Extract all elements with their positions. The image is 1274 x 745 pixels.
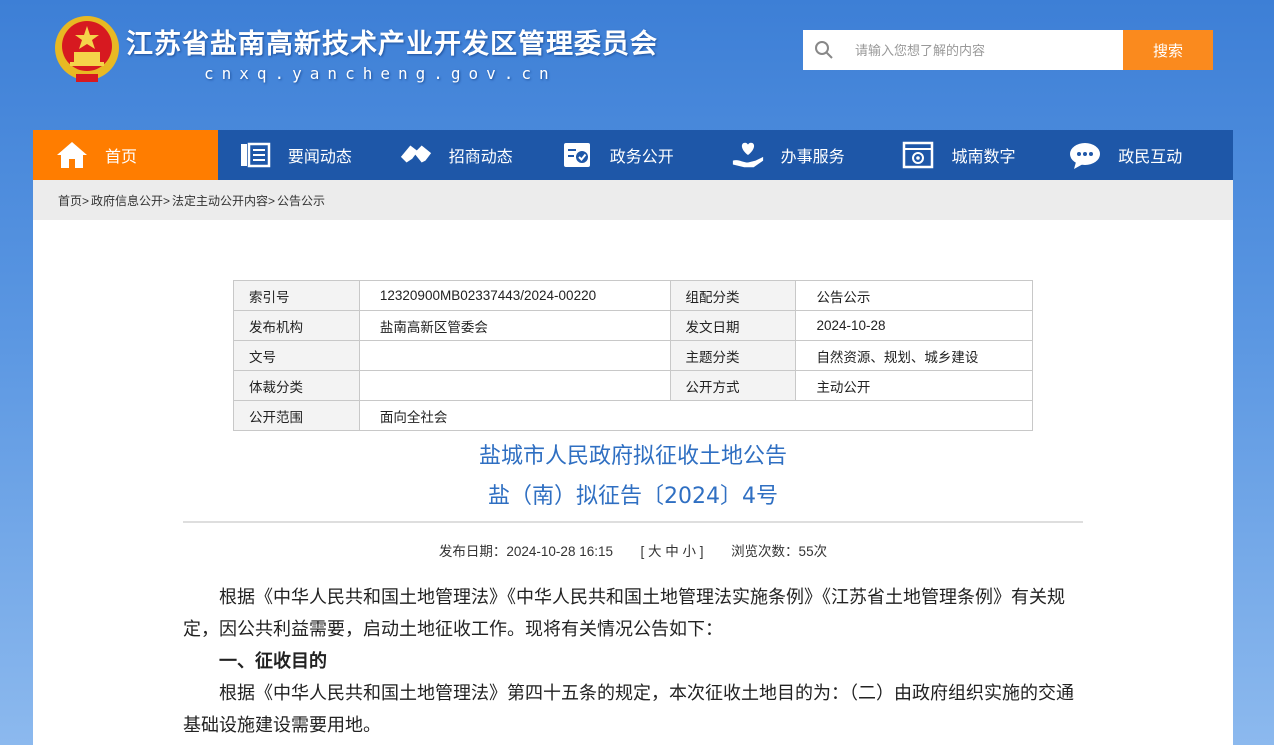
meta-value — [358, 370, 671, 401]
nav-label: 要闻动态 — [287, 147, 352, 166]
site-title: 江苏省盐南高新技术产业开发区管理委员会 — [126, 29, 658, 60]
nav-item-news[interactable]: 要闻动态 — [218, 130, 399, 180]
document-check-icon — [560, 138, 594, 172]
article-info-bar: 发布日期：2024-10-28 16:15 [ 大 中 小 ] 浏览次数：55次 — [33, 540, 1233, 560]
title-divider — [183, 521, 1083, 523]
meta-label: 发布机构 — [233, 310, 360, 341]
meta-label: 公开范围 — [233, 400, 360, 431]
meta-label: 文号 — [233, 340, 360, 371]
home-icon — [55, 138, 89, 172]
meta-label: 体裁分类 — [233, 370, 360, 401]
meta-label: 索引号 — [233, 280, 360, 311]
meta-value: 公告公示 — [795, 280, 1033, 311]
site-header: 江苏省盐南高新技术产业开发区管理委员会 cnxq.yancheng.gov.cn… — [0, 0, 1274, 130]
search-button[interactable]: 搜索 — [1123, 30, 1213, 70]
publish-date: 发布日期：2024-10-28 16:15 — [438, 544, 613, 559]
nav-label: 招商动态 — [448, 147, 513, 166]
nav-label: 政民互动 — [1118, 147, 1183, 166]
site-domain: cnxq.yancheng.gov.cn — [204, 64, 557, 83]
search-input[interactable] — [841, 30, 1123, 70]
table-row: 体裁分类 公开方式 主动公开 — [233, 370, 1033, 401]
table-row: 发布机构 盐南高新区管委会 发文日期 2024-10-28 — [233, 310, 1033, 341]
breadcrumb-item[interactable]: 首页> — [58, 192, 89, 209]
nav-label: 办事服务 — [780, 147, 845, 166]
article-body: 根据《中华人民共和国土地管理法》《中华人民共和国土地管理法实施条例》《江苏省土地… — [183, 582, 1083, 742]
content-panel: 首页> 政府信息公开> 法定主动公开内容> 公告公示 索引号 12320900M… — [33, 180, 1233, 745]
nav-item-investment[interactable]: 招商动态 — [399, 130, 560, 180]
meta-value: 面向全社会 — [358, 400, 1034, 431]
chat-icon — [1068, 138, 1102, 172]
meta-value: 2024-10-28 — [795, 310, 1033, 341]
handshake-icon — [399, 138, 433, 172]
national-emblem-icon — [55, 16, 119, 82]
meta-value: 主动公开 — [795, 370, 1033, 401]
paragraph: 根据《中华人民共和国土地管理法》《中华人民共和国土地管理法实施条例》《江苏省土地… — [183, 587, 1065, 640]
breadcrumb-item[interactable]: 政府信息公开> — [91, 192, 170, 209]
breadcrumb-item[interactable]: 法定主动公开内容> — [172, 192, 275, 209]
table-row: 文号 主题分类 自然资源、规划、城乡建设 — [233, 340, 1033, 371]
meta-label: 主题分类 — [669, 340, 797, 371]
meta-value: 盐南高新区管委会 — [358, 310, 671, 341]
nav-item-interaction[interactable]: 政民互动 — [1064, 130, 1233, 180]
document-meta-table: 索引号 12320900MB02337443/2024-00220 组配分类 公… — [233, 280, 1034, 431]
news-icon — [238, 138, 272, 172]
meta-label: 公开方式 — [669, 370, 797, 401]
table-row: 公开范围 面向全社会 — [233, 400, 1034, 431]
nav-item-home[interactable]: 首页 — [33, 130, 218, 180]
nav-label: 政务公开 — [609, 147, 674, 166]
nav-item-digital[interactable]: 城南数字 — [893, 130, 1064, 180]
nav-label: 首页 — [105, 147, 138, 166]
table-row: 索引号 12320900MB02337443/2024-00220 组配分类 公… — [233, 280, 1033, 311]
font-size-switcher[interactable]: [ 大 中 小 ] — [641, 544, 704, 559]
heart-hand-icon — [731, 138, 765, 172]
section-heading: 一、征收目的 — [219, 651, 327, 672]
search-icon — [807, 30, 841, 70]
search-bar: 搜索 — [803, 30, 1213, 70]
meta-value: 12320900MB02337443/2024-00220 — [358, 280, 671, 311]
breadcrumb: 首页> 政府信息公开> 法定主动公开内容> 公告公示 — [33, 180, 1233, 220]
nav-label: 城南数字 — [951, 147, 1016, 166]
article-title: 盐城市人民政府拟征收土地公告 — [478, 444, 787, 469]
view-count: 浏览次数：55次 — [731, 544, 828, 559]
article-subtitle: 盐（南）拟征告〔2024〕4号 — [488, 484, 778, 509]
nav-item-gov-affairs[interactable]: 政务公开 — [560, 130, 721, 180]
meta-label: 组配分类 — [669, 280, 797, 311]
nav-item-services[interactable]: 办事服务 — [721, 130, 894, 180]
meta-value: 自然资源、规划、城乡建设 — [795, 340, 1033, 371]
main-nav: 首页 要闻动态 招商动态 政务公开 办事服务 城南数字 政民互动 — [33, 130, 1233, 182]
meta-value — [358, 340, 671, 371]
paragraph: 根据《中华人民共和国土地管理法》第四十五条的规定，本次征收土地目的为：（二）由政… — [183, 683, 1074, 736]
data-screen-icon — [901, 138, 935, 172]
meta-label: 发文日期 — [669, 310, 797, 341]
breadcrumb-item[interactable]: 公告公示 — [277, 192, 325, 209]
